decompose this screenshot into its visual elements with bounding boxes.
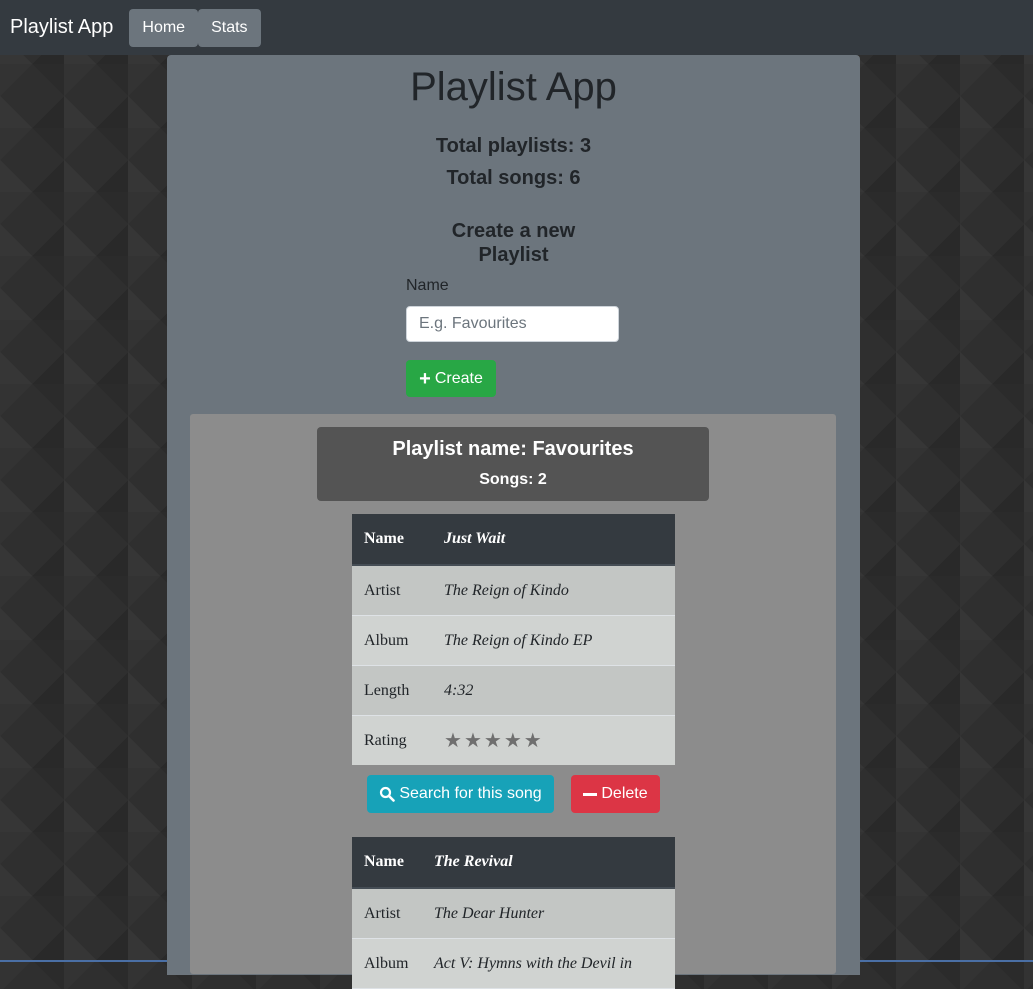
song-name: The Revival xyxy=(434,853,513,870)
minus-icon xyxy=(583,792,598,796)
artist-key: Artist xyxy=(364,581,401,599)
delete-button-label: Delete xyxy=(601,785,648,802)
nav-stats-button[interactable]: Stats xyxy=(198,8,261,47)
star-icon[interactable]: ★ xyxy=(504,728,522,753)
song-artist: The Reign of Kindo xyxy=(444,581,569,599)
playlist-name-input[interactable] xyxy=(406,306,619,342)
playlist-name: Playlist name: Favourites xyxy=(392,438,634,460)
total-songs: Total songs: 6 xyxy=(446,167,581,189)
album-key: Album xyxy=(364,631,409,649)
song-length: 4:32 xyxy=(444,681,474,699)
table-row: Artist The Dear Hunter xyxy=(352,889,675,939)
main-container: Playlist App Total playlists: 3 Total so… xyxy=(167,55,860,989)
name-key: Name xyxy=(364,530,404,547)
rating-key: Rating xyxy=(364,731,407,749)
create-heading-line2: Playlist xyxy=(478,244,549,266)
song-album: The Reign of Kindo EP xyxy=(444,631,593,649)
album-key: Album xyxy=(364,954,409,972)
star-icon[interactable]: ★ xyxy=(444,728,462,753)
song-artist: The Dear Hunter xyxy=(434,904,545,922)
search-icon xyxy=(380,786,396,802)
name-key: Name xyxy=(364,853,404,870)
table-row: Artist The Reign of Kindo xyxy=(352,566,675,616)
song-table: Name The Revival Artist The Dear Hunter … xyxy=(352,837,675,989)
name-label: Name xyxy=(406,277,449,294)
page-title: Playlist App xyxy=(410,65,617,109)
nav-home-button[interactable]: Home xyxy=(129,8,199,47)
table-row: Album Act V: Hymns with the Devil in xyxy=(352,939,675,989)
create-heading-line1: Create a new xyxy=(451,220,576,242)
playlist-card: Playlist name: Favourites Songs: 2 Name … xyxy=(190,414,836,989)
table-row: Album The Reign of Kindo EP xyxy=(352,616,675,666)
rating-stars[interactable]: ★ ★ ★ ★ ★ xyxy=(444,728,542,753)
table-row: Length 4:32 xyxy=(352,666,675,716)
search-song-button[interactable]: Search for this song xyxy=(367,775,554,813)
song-table: Name Just Wait Artist The Reign of Kindo… xyxy=(352,514,675,765)
create-button-label: Create xyxy=(434,369,483,387)
playlist-song-count: Songs: 2 xyxy=(479,471,547,488)
search-button-label: Search for this song xyxy=(399,785,542,802)
table-row: Rating ★ ★ ★ ★ ★ xyxy=(352,716,675,765)
song-name: Just Wait xyxy=(444,530,506,547)
table-row: Name Just Wait xyxy=(352,514,675,566)
table-row: Name The Revival xyxy=(352,837,675,889)
navbar: Playlist App Home Stats xyxy=(0,0,1033,55)
star-icon[interactable]: ★ xyxy=(524,728,542,753)
delete-song-button[interactable]: Delete xyxy=(571,775,660,813)
song-album: Act V: Hymns with the Devil in xyxy=(434,954,633,972)
length-key: Length xyxy=(364,681,410,699)
create-heading: Create a new Playlist xyxy=(167,219,860,267)
star-icon[interactable]: ★ xyxy=(464,728,482,753)
brand[interactable]: Playlist App xyxy=(10,16,113,39)
playlist-header: Playlist name: Favourites Songs: 2 xyxy=(317,427,709,501)
star-icon[interactable]: ★ xyxy=(484,728,502,753)
total-playlists: Total playlists: 3 xyxy=(435,135,592,157)
plus-icon: + xyxy=(419,367,431,390)
artist-key: Artist xyxy=(364,904,401,922)
create-button[interactable]: + Create xyxy=(406,360,496,397)
